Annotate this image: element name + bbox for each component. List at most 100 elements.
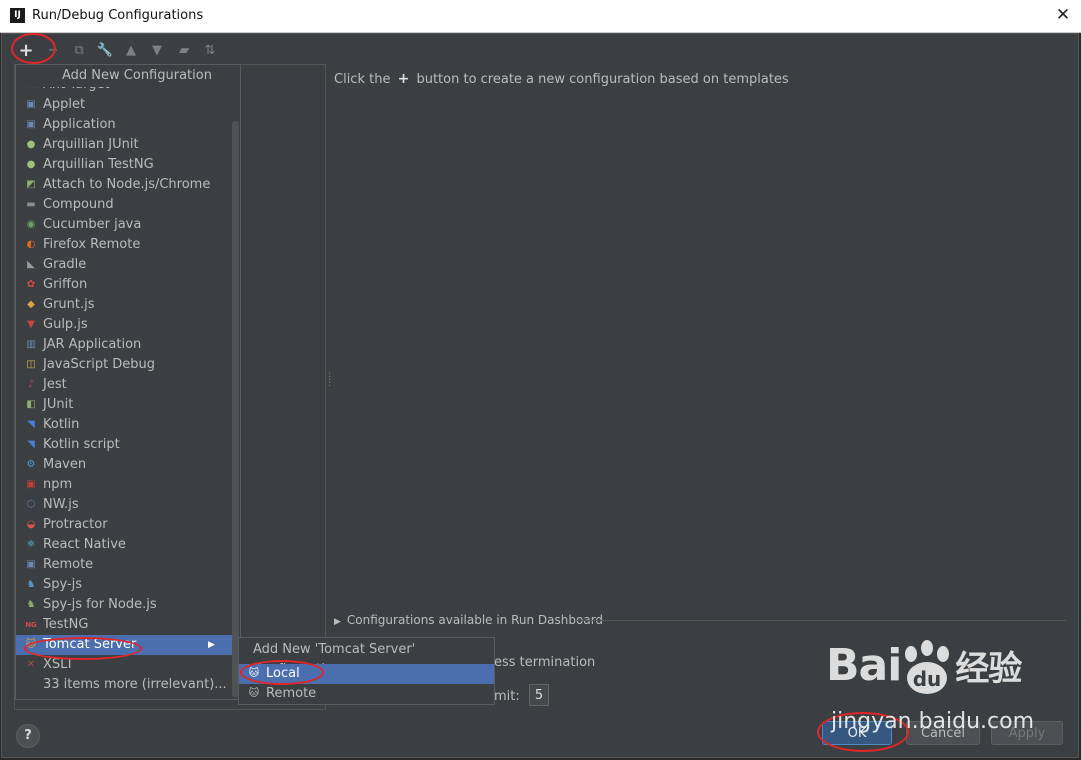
config-type-label: 33 items more (irrelevant)... bbox=[43, 677, 227, 692]
config-type-item[interactable]: ⚙ Maven bbox=[16, 455, 232, 475]
section-divider bbox=[576, 620, 1066, 621]
config-type-item[interactable]: ◐ Firefox Remote bbox=[16, 235, 232, 255]
config-type-label: Cucumber java bbox=[43, 217, 142, 232]
watermark-logo-text: Bai bbox=[826, 640, 902, 691]
kotlin-icon: ◥ bbox=[27, 419, 35, 430]
config-type-label: Remote bbox=[43, 557, 94, 572]
intellij-app-icon: IJ bbox=[10, 8, 25, 23]
config-type-label: Firefox Remote bbox=[43, 237, 141, 252]
config-type-label: Spy-js bbox=[43, 577, 83, 592]
config-type-item[interactable]: ♞ Spy-js for Node.js bbox=[16, 595, 232, 615]
config-type-label: JUnit bbox=[43, 397, 74, 412]
config-type-item[interactable]: ♪ Jest bbox=[16, 375, 232, 395]
griffon-icon: ✿ bbox=[26, 279, 36, 290]
expand-arrow-icon[interactable]: ▶ bbox=[334, 617, 341, 627]
popup-header: Add New Configuration bbox=[16, 65, 240, 87]
window-titlebar: IJ Run/Debug Configurations ✕ bbox=[0, 0, 1081, 33]
temp-limit-input[interactable]: 5 bbox=[529, 684, 549, 706]
close-icon[interactable]: ✕ bbox=[1052, 4, 1074, 26]
configuration-type-list: 🐜Ant Target▣Applet▣Application●Arquillia… bbox=[16, 75, 232, 695]
move-down-icon[interactable]: ▼ bbox=[148, 42, 166, 60]
empty-state-hint: Click the + button to create a new confi… bbox=[334, 71, 789, 87]
config-type-label: Application bbox=[43, 117, 116, 132]
config-type-label: Arquillian TestNG bbox=[43, 157, 154, 172]
annotation-ring-local bbox=[240, 660, 324, 685]
config-type-label: Kotlin script bbox=[43, 437, 120, 452]
config-type-item[interactable]: ◉ Cucumber java bbox=[16, 215, 232, 235]
config-type-item[interactable]: ⬡ NW.js bbox=[16, 495, 232, 515]
config-type-item[interactable]: ♞ Spy-js bbox=[16, 575, 232, 595]
hint-suffix: button to create a new configuration bas… bbox=[416, 72, 789, 87]
firefox-icon: ◐ bbox=[26, 239, 36, 250]
config-type-item[interactable]: ▼ Gulp.js bbox=[16, 315, 232, 335]
config-type-item[interactable]: ● Arquillian TestNG bbox=[16, 155, 232, 175]
config-type-item[interactable]: ● Arquillian JUnit bbox=[16, 135, 232, 155]
annotation-ring-add bbox=[11, 33, 56, 64]
config-type-label: Gulp.js bbox=[43, 317, 88, 332]
config-type-label: Grunt.js bbox=[43, 297, 95, 312]
junit-icon: ◧ bbox=[26, 399, 36, 410]
plus-icon: + bbox=[397, 71, 410, 87]
gulp-icon: ▼ bbox=[27, 319, 35, 330]
remote-icon: ▣ bbox=[26, 559, 36, 570]
paw-logo-icon: du bbox=[905, 640, 949, 694]
application-icon: ▣ bbox=[26, 119, 36, 130]
config-type-item[interactable]: ▣ Application bbox=[16, 115, 232, 135]
config-type-item[interactable]: NG TestNG bbox=[16, 615, 232, 635]
testng-icon: NG bbox=[25, 621, 37, 629]
popup-scrollbar[interactable] bbox=[232, 121, 239, 697]
config-type-item[interactable]: ✿ Griffon bbox=[16, 275, 232, 295]
submenu-item-label: Remote bbox=[266, 686, 317, 701]
spyjs-node-icon: ♞ bbox=[26, 599, 36, 610]
config-type-item[interactable]: ◆ Grunt.js bbox=[16, 295, 232, 315]
config-type-label: npm bbox=[43, 477, 73, 492]
config-type-label: Kotlin bbox=[43, 417, 80, 432]
watermark-url: jingyan.baidu.com bbox=[831, 709, 1035, 734]
hint-prefix: Click the bbox=[334, 72, 391, 87]
copy-icon[interactable]: ⧉ bbox=[70, 42, 88, 60]
config-type-label: JavaScript Debug bbox=[43, 357, 156, 372]
config-type-item[interactable]: ◫ JavaScript Debug bbox=[16, 355, 232, 375]
config-type-item[interactable]: ◧ JUnit bbox=[16, 395, 232, 415]
applet-icon: ▣ bbox=[26, 99, 36, 110]
compound-icon: ▬ bbox=[26, 199, 36, 210]
submenu-item-remote[interactable]: 🐱 Remote bbox=[239, 684, 494, 704]
npm-icon: ▣ bbox=[26, 479, 36, 490]
add-configuration-popup: 🐜Ant Target▣Applet▣Application●Arquillia… bbox=[15, 64, 241, 700]
move-up-icon[interactable]: ▲ bbox=[122, 42, 140, 60]
config-type-item[interactable]: 33 items more (irrelevant)... bbox=[16, 675, 232, 695]
config-type-label: Jest bbox=[43, 377, 67, 392]
run-dashboard-label: Configurations available in Run Dashboar… bbox=[346, 613, 604, 627]
config-type-item[interactable]: ▣ Applet bbox=[16, 95, 232, 115]
nwjs-icon: ⬡ bbox=[26, 499, 36, 510]
jest-icon: ♪ bbox=[27, 379, 35, 390]
config-type-label: Griffon bbox=[43, 277, 88, 292]
config-type-item[interactable]: ▥ JAR Application bbox=[16, 335, 232, 355]
protractor-icon: ◒ bbox=[26, 519, 36, 530]
kotlin-script-icon: ◥ bbox=[27, 439, 35, 450]
config-type-label: Spy-js for Node.js bbox=[43, 597, 157, 612]
folder-icon[interactable]: ▰ bbox=[175, 42, 193, 60]
config-type-item[interactable]: ◒ Protractor bbox=[16, 515, 232, 535]
config-type-item[interactable]: ▣ npm bbox=[16, 475, 232, 495]
splitter-handle[interactable]: ..... bbox=[328, 367, 331, 389]
config-type-item[interactable]: ▣ Remote bbox=[16, 555, 232, 575]
config-type-item[interactable]: ◥ Kotlin bbox=[16, 415, 232, 435]
sort-icon[interactable]: ⇅ bbox=[201, 42, 219, 60]
config-type-item[interactable]: ◣ Gradle bbox=[16, 255, 232, 275]
jar-icon: ▥ bbox=[26, 339, 36, 350]
config-type-label: React Native bbox=[43, 537, 126, 552]
config-type-item[interactable]: ◥ Kotlin script bbox=[16, 435, 232, 455]
config-type-item[interactable]: ▬ Compound bbox=[16, 195, 232, 215]
watermark-logo-suffix: 经验 bbox=[955, 649, 1022, 689]
wrench-icon[interactable]: 🔧 bbox=[96, 42, 114, 60]
config-type-item[interactable]: ⚛ React Native bbox=[16, 535, 232, 555]
js-debug-icon: ◫ bbox=[26, 359, 36, 370]
grunt-icon: ◆ bbox=[27, 299, 35, 310]
config-type-item[interactable]: ✕ XSLT bbox=[16, 655, 232, 675]
config-type-item[interactable]: ◩ Attach to Node.js/Chrome bbox=[16, 175, 232, 195]
cucumber-icon: ◉ bbox=[26, 219, 36, 230]
run-dashboard-section[interactable]: ▶ Configurations available in Run Dashboa… bbox=[334, 613, 603, 627]
svg-text:du: du bbox=[913, 667, 942, 691]
help-button[interactable]: ? bbox=[16, 724, 40, 748]
